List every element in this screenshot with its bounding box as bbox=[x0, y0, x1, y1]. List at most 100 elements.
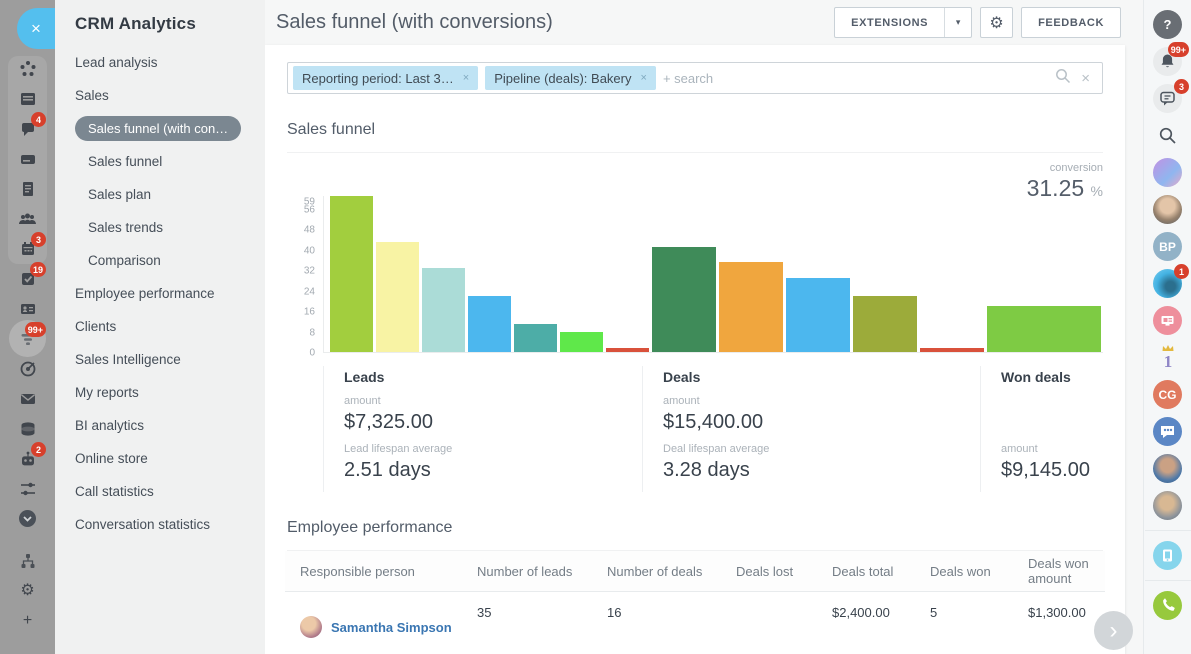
person-avatar[interactable] bbox=[300, 616, 322, 638]
extensions-split-button: EXTENSIONS ▾ bbox=[834, 7, 972, 38]
group-chat-icon[interactable] bbox=[1153, 417, 1182, 446]
menu-item[interactable]: Call statistics bbox=[75, 475, 265, 508]
avatar-initials[interactable]: BP bbox=[1153, 232, 1182, 261]
chip-close-icon[interactable]: × bbox=[641, 72, 647, 84]
menu-item[interactable]: My reports bbox=[75, 376, 265, 409]
menu-item[interactable]: Conversation statistics bbox=[75, 508, 265, 541]
funnel-bar[interactable] bbox=[987, 306, 1101, 352]
drive-icon[interactable] bbox=[18, 149, 37, 168]
menu-item[interactable]: Sales bbox=[75, 79, 265, 112]
chip-close-icon[interactable]: × bbox=[463, 72, 469, 84]
column-header: Deals won bbox=[930, 564, 1028, 579]
funnel-bar[interactable] bbox=[786, 278, 850, 352]
menu-item[interactable]: Online store bbox=[75, 442, 265, 475]
funnel-bar[interactable] bbox=[719, 262, 783, 352]
avatar[interactable] bbox=[1153, 195, 1182, 224]
menu-item[interactable]: Clients bbox=[75, 310, 265, 343]
filter-chip-reporting-period[interactable]: Reporting period: Last 3… × bbox=[293, 66, 478, 90]
stat-label: Deal lifespan average bbox=[663, 443, 980, 457]
conversion-label: conversion bbox=[1027, 162, 1103, 174]
calendar-badge: 3 bbox=[31, 232, 46, 247]
menu-item[interactable]: Lead analysis bbox=[75, 46, 265, 79]
menu-item[interactable]: Sales trends bbox=[75, 211, 265, 244]
rail-divider bbox=[1145, 580, 1191, 581]
stack-icon[interactable] bbox=[18, 419, 37, 438]
funnel-bar[interactable] bbox=[468, 296, 511, 352]
avatar-initials[interactable]: CG bbox=[1153, 380, 1182, 409]
document-icon[interactable] bbox=[18, 179, 37, 198]
extensions-button[interactable]: EXTENSIONS bbox=[835, 8, 944, 37]
tasks-icon[interactable]: 19 bbox=[18, 269, 37, 288]
settings-gear-button[interactable]: ⚙ bbox=[980, 7, 1013, 38]
mail-icon[interactable] bbox=[18, 389, 37, 408]
column-header: Number of deals bbox=[607, 564, 736, 579]
more-apps-icon[interactable] bbox=[18, 509, 37, 528]
filter-clear-icon[interactable]: × bbox=[1081, 70, 1090, 87]
search-icon[interactable] bbox=[1055, 68, 1071, 89]
funnel-bar[interactable] bbox=[652, 247, 716, 352]
menu-item[interactable]: BI analytics bbox=[75, 409, 265, 442]
automation-robot-icon[interactable]: 2 bbox=[18, 449, 37, 468]
funnel-bar[interactable] bbox=[560, 332, 603, 352]
marketing-target-icon[interactable] bbox=[18, 359, 37, 378]
help-button[interactable]: ? bbox=[1153, 10, 1182, 39]
bar-group-deals bbox=[652, 196, 984, 352]
feedback-button[interactable]: FEEDBACK bbox=[1021, 7, 1121, 38]
menu-item[interactable]: Employee performance bbox=[75, 277, 265, 310]
contact-card-icon[interactable] bbox=[18, 299, 37, 318]
funnel-bar[interactable] bbox=[853, 296, 917, 352]
filter-right-icons: × bbox=[1055, 68, 1090, 89]
column-header: Deals lost bbox=[736, 564, 832, 579]
pulse-icon[interactable] bbox=[18, 59, 37, 78]
menu-item[interactable]: Comparison bbox=[75, 244, 265, 277]
copilot-chat-icon[interactable]: 3 bbox=[1153, 84, 1182, 113]
menu-close-button[interactable]: × bbox=[17, 8, 55, 49]
funnel-bar[interactable] bbox=[376, 242, 419, 352]
employees-icon[interactable] bbox=[18, 209, 37, 228]
settings-gear-icon[interactable]: ⚙ bbox=[18, 581, 37, 600]
telephony-phone-icon[interactable] bbox=[1153, 591, 1182, 620]
funnel-bar[interactable] bbox=[920, 348, 984, 352]
funnel-bar[interactable] bbox=[330, 196, 373, 352]
menu-item[interactable]: Sales plan bbox=[75, 178, 265, 211]
menu-item[interactable]: Sales Intelligence bbox=[75, 343, 265, 376]
connected-devices-icon[interactable] bbox=[1153, 541, 1182, 570]
column-header: Deals total bbox=[832, 564, 930, 579]
calendar-icon[interactable]: 3 bbox=[18, 239, 37, 258]
chart-plot-area bbox=[323, 196, 1103, 353]
funnel-bar[interactable] bbox=[514, 324, 557, 352]
menu-item-selected[interactable]: Sales funnel (with con… bbox=[75, 112, 265, 145]
sitemap-icon[interactable] bbox=[18, 551, 37, 570]
tasks-badge: 19 bbox=[30, 262, 46, 277]
filter-bar[interactable]: Reporting period: Last 3… × Pipeline (de… bbox=[287, 62, 1103, 94]
search-sidebar-icon[interactable] bbox=[1153, 121, 1182, 150]
crm-funnel-icon[interactable]: 99+ bbox=[18, 329, 37, 348]
funnel-bar[interactable] bbox=[422, 268, 465, 352]
y-tick-label: 16 bbox=[287, 307, 315, 318]
stat-value: 2.51 days bbox=[344, 459, 642, 485]
menu-item[interactable]: Sales funnel bbox=[75, 145, 265, 178]
person-name-link[interactable]: Samantha Simpson bbox=[331, 620, 452, 635]
avatar[interactable] bbox=[1153, 454, 1182, 483]
bar-group-won-deals bbox=[987, 196, 1101, 352]
sliders-icon[interactable] bbox=[18, 479, 37, 498]
rank-trophy-icon[interactable]: 1 bbox=[1153, 343, 1182, 372]
feed-icon[interactable] bbox=[18, 89, 37, 108]
page-title: Sales funnel (with conversions) bbox=[276, 11, 553, 34]
table-scroll-next-button[interactable]: › bbox=[1094, 611, 1133, 650]
extensions-caret-icon[interactable]: ▾ bbox=[944, 8, 971, 37]
avatar[interactable] bbox=[1153, 491, 1182, 520]
y-tick-label: 40 bbox=[287, 245, 315, 256]
y-tick-label: 48 bbox=[287, 225, 315, 236]
funnel-bar[interactable] bbox=[606, 348, 649, 352]
y-tick-label: 56 bbox=[287, 204, 315, 215]
table-row: Samantha Simpson3516$2,400.005$1,300.00 bbox=[285, 592, 1105, 639]
avatar[interactable]: 1 bbox=[1153, 269, 1182, 298]
add-plus-icon[interactable]: + bbox=[18, 611, 37, 630]
filter-search-input[interactable]: + search bbox=[663, 71, 713, 86]
avatar[interactable] bbox=[1153, 158, 1182, 187]
messenger-icon[interactable]: 4 bbox=[18, 119, 37, 138]
desktop-app-icon[interactable] bbox=[1153, 306, 1182, 335]
filter-chip-pipeline[interactable]: Pipeline (deals): Bakery × bbox=[485, 66, 656, 90]
notifications-bell-icon[interactable]: 99+ bbox=[1153, 47, 1182, 76]
